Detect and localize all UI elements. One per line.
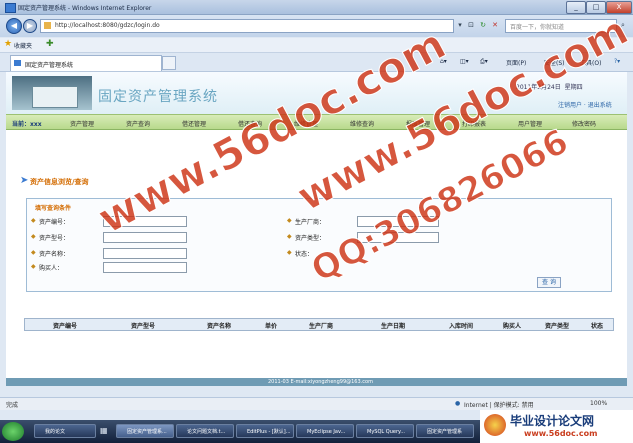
bullet-icon: ◆ xyxy=(287,249,292,256)
menu-item-asset-manage[interactable]: 资产管理 xyxy=(70,119,94,128)
section-title: 资产信息浏览/查询 xyxy=(30,178,89,186)
taskbar-item[interactable]: 我的论文 xyxy=(34,424,96,438)
new-tab-button[interactable] xyxy=(162,56,176,70)
system-name: 固定资产管理系统 xyxy=(98,89,218,105)
brand-logo-icon xyxy=(484,414,506,436)
building-logo xyxy=(12,76,92,110)
globe-icon: ● xyxy=(455,400,461,407)
refresh-icon[interactable]: ↻ xyxy=(478,19,488,31)
label-asset-name: 资产名称： xyxy=(39,251,70,258)
tab-page-icon xyxy=(14,60,21,66)
forward-arrow-icon[interactable]: ▶ xyxy=(23,19,37,33)
address-input[interactable]: http://localhost:8080/gdzc/login.do xyxy=(40,19,454,33)
col-storage-time: 入库时间 xyxy=(449,323,474,330)
address-bar: ◀ ▶ http://localhost:8080/gdzc/login.do … xyxy=(0,15,633,37)
zoom-level[interactable]: 100% xyxy=(590,400,607,407)
col-price: 单价 xyxy=(265,323,278,330)
address-url: http://localhost:8080/gdzc/login.do xyxy=(55,22,160,29)
page-icon xyxy=(44,22,51,29)
bullet-icon: ◆ xyxy=(31,263,36,270)
dropdown-chevron-icon[interactable]: ▾ xyxy=(455,19,465,31)
feeds-icon[interactable]: ◫▾ xyxy=(460,58,469,65)
status-text: 完成 xyxy=(6,402,19,409)
compatibility-icon[interactable]: ⊡ xyxy=(466,19,476,31)
site-footer: 2011-03 E-mail:xiyongzheng99@163.com xyxy=(6,378,627,386)
label-asset-model: 资产型号： xyxy=(39,235,70,242)
label-asset-id: 资产编号： xyxy=(39,219,70,226)
taskbar-item[interactable]: MyEclipse Jav... xyxy=(296,424,354,438)
taskbar-item[interactable]: MySQL Query... xyxy=(356,424,414,438)
window-title-bar: 固定资产管理系统 - Windows Internet Explorer _ □… xyxy=(0,0,633,15)
menu-item-user-manage[interactable]: 用户管理 xyxy=(518,119,542,128)
folder-icon[interactable]: ▦ xyxy=(100,426,108,435)
menu-item-asset-query[interactable]: 资产查询 xyxy=(126,119,150,128)
brand-site: www.56doc.com xyxy=(524,429,598,438)
footer-text: 2011-03 E-mail:xiyongzheng99@163.com xyxy=(268,379,373,385)
buyer-input[interactable] xyxy=(103,262,187,273)
tab-label: 固定资产管理系统 xyxy=(25,62,74,69)
label-buyer: 购买人： xyxy=(39,265,64,272)
bullet-icon: ◆ xyxy=(287,217,292,224)
minimize-button[interactable]: _ xyxy=(566,1,586,14)
start-button[interactable] xyxy=(2,422,24,441)
menu-item-borrow-manage[interactable]: 借还管理 xyxy=(182,119,206,128)
weekday-text: 星期四 xyxy=(564,84,583,91)
bullet-icon: ◆ xyxy=(31,217,36,224)
menu-item-change-password[interactable]: 修改密码 xyxy=(572,119,596,128)
user-links[interactable]: 注销用户 · 退出系统 xyxy=(558,100,612,109)
query-button[interactable]: 查 询 xyxy=(537,277,561,288)
col-asset-name: 资产名称 xyxy=(207,323,232,330)
taskbar-item[interactable]: EditPlus - [默认]... xyxy=(236,424,294,438)
col-production-date: 生产日期 xyxy=(381,323,406,330)
building-image xyxy=(32,86,78,108)
result-table-header: 资产编号 资产型号 资产名称 单价 生产厂商 生产日期 入库时间 购买人 资产类… xyxy=(24,318,614,331)
col-status: 状态 xyxy=(591,323,604,330)
status-bar: 完成 ● Internet | 保护模式: 禁用 100% xyxy=(0,397,633,410)
favorites-star-icon[interactable]: ★ xyxy=(4,39,12,49)
bullet-icon: ◆ xyxy=(287,233,292,240)
col-manufacturer: 生产厂商 xyxy=(309,323,334,330)
back-arrow-icon[interactable]: ◀ xyxy=(6,18,22,34)
bullet-icon: ◆ xyxy=(31,233,36,240)
current-user: 当前：xxx xyxy=(12,121,42,128)
brand-badge: 毕业设计论文网 www.56doc.com xyxy=(480,410,633,443)
stop-icon[interactable]: ✕ xyxy=(490,19,500,31)
print-icon[interactable]: ⎙▾ xyxy=(480,58,488,66)
section-arrow-icon: ➤ xyxy=(20,175,29,186)
search-placeholder: 百度一下，你就知道 xyxy=(510,24,565,31)
menu-item-repair-query[interactable]: 维修查询 xyxy=(350,119,374,128)
label-asset-type: 资产类型： xyxy=(295,235,326,242)
taskbar-item[interactable]: 论文问题文档.t... xyxy=(176,424,234,438)
col-buyer: 购买人 xyxy=(503,323,522,330)
window-title: 固定资产管理系统 - Windows Internet Explorer xyxy=(18,5,152,12)
asset-name-input[interactable] xyxy=(103,248,187,259)
query-panel-title: 填写查询条件 xyxy=(35,205,72,212)
security-zone[interactable]: Internet | 保护模式: 禁用 xyxy=(464,400,534,409)
taskbar-item[interactable]: 固定资产管理系 xyxy=(416,424,474,438)
bullet-icon: ◆ xyxy=(31,249,36,256)
ie-app-icon xyxy=(5,3,16,13)
col-asset-type: 资产类型 xyxy=(545,323,570,330)
brand-name: 毕业设计论文网 xyxy=(510,414,595,428)
taskbar-item[interactable]: 固定资产管理系... xyxy=(116,424,174,438)
col-asset-id: 资产编号 xyxy=(53,323,78,330)
favorites-label[interactable]: 收藏夹 xyxy=(14,41,32,50)
tab-current[interactable]: 固定资产管理系统 xyxy=(10,55,162,71)
col-asset-model: 资产型号 xyxy=(131,323,156,330)
add-favorite-icon[interactable]: ✚ xyxy=(46,39,54,49)
